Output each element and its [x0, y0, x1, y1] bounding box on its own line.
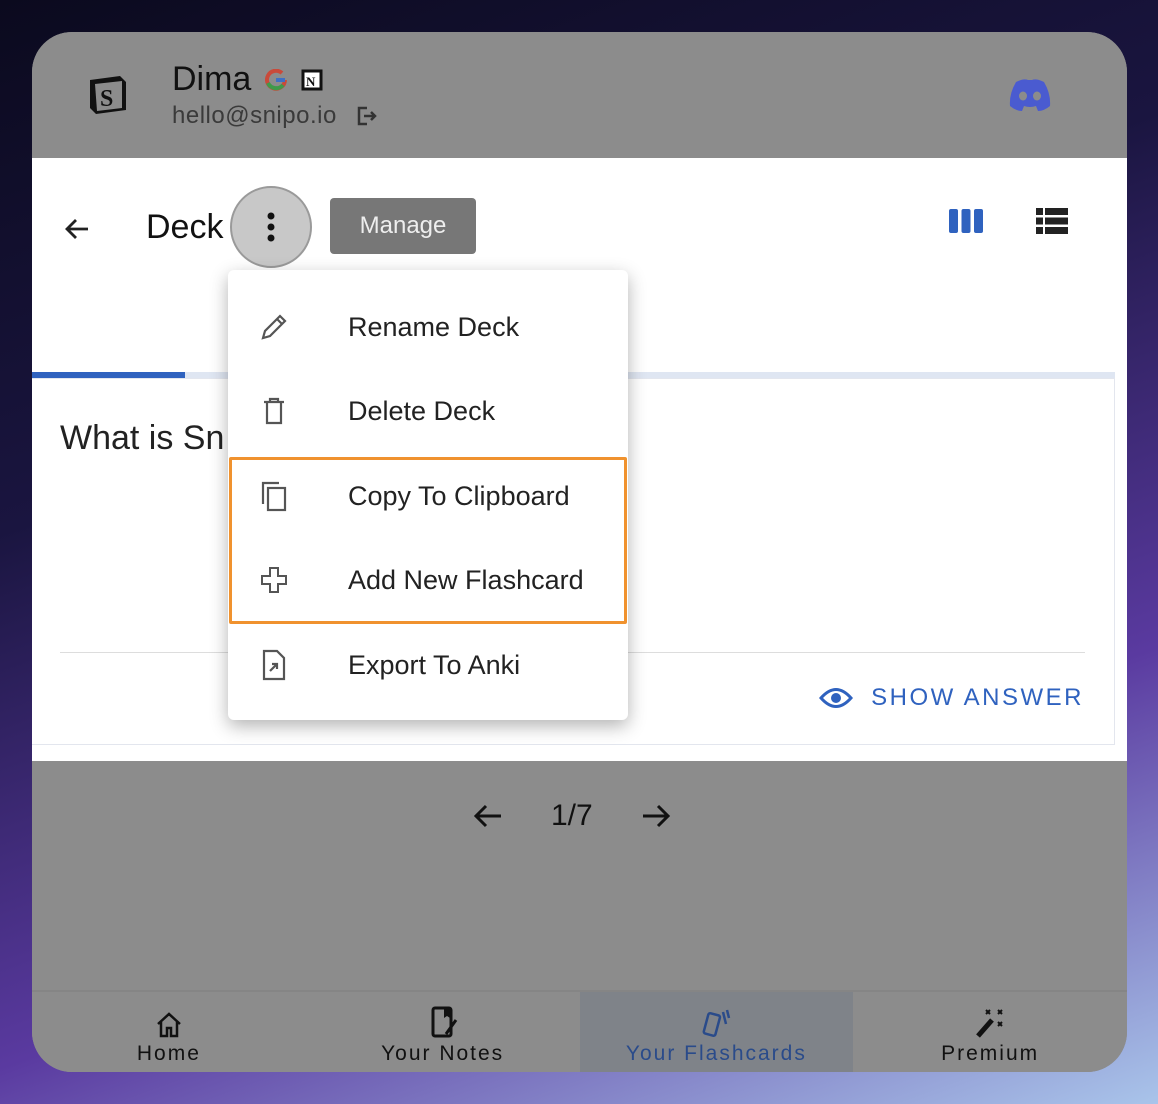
header: S Dima N hello@snipo.io [32, 32, 1127, 158]
menu-item-rename-deck[interactable]: Rename Deck [228, 285, 628, 369]
menu-item-export-to-anki[interactable]: Export To Anki [228, 623, 628, 707]
pencil-icon [261, 314, 287, 340]
file-export-icon [262, 649, 286, 681]
home-icon [157, 1012, 181, 1038]
page-counter: 1/7 [551, 799, 593, 832]
menu-item-delete-deck[interactable]: Delete Deck [228, 369, 628, 453]
nav-premium[interactable]: Premium [853, 992, 1127, 1072]
menu-item-label: Rename Deck [348, 311, 520, 342]
flashcards-icon [702, 1009, 731, 1037]
svg-text:S: S [100, 86, 113, 112]
snipo-logo-icon: S [90, 76, 126, 114]
column-view-icon[interactable] [948, 208, 984, 234]
pager: 1/7 [32, 761, 1127, 991]
menu-item-label: Delete Deck [348, 395, 496, 426]
list-view-icon[interactable] [1036, 208, 1068, 234]
nav-your-notes[interactable]: Your Notes [306, 992, 580, 1072]
trash-icon [264, 397, 284, 425]
next-arrow-icon[interactable] [640, 801, 672, 831]
back-arrow-icon[interactable] [62, 214, 92, 244]
nav-label: Home [136, 1042, 201, 1065]
flashcard-question: What is Sn [60, 419, 225, 457]
prev-arrow-icon[interactable] [472, 801, 504, 831]
svg-text:N: N [306, 74, 316, 89]
show-answer-button[interactable]: SHOW ANSWER [819, 684, 1084, 712]
nav-your-flashcards[interactable]: Your Flashcards [579, 992, 854, 1072]
notion-icon: N [301, 69, 323, 90]
highlight-box [229, 457, 627, 624]
nav-label: Your Notes [381, 1042, 505, 1065]
magic-wand-icon [976, 1009, 1003, 1038]
google-icon [265, 68, 288, 91]
more-options-button[interactable] [230, 186, 312, 268]
bottom-nav: Home Your Notes Your Flashcards Premium [32, 990, 1127, 1072]
eye-icon [819, 688, 854, 708]
manage-button[interactable]: Manage [330, 198, 476, 254]
notebook-icon [431, 1006, 457, 1038]
show-answer-label: SHOW ANSWER [871, 684, 1084, 711]
menu-item-label: Export To Anki [348, 649, 521, 680]
deck-title: Deck [146, 208, 224, 246]
logout-icon[interactable] [355, 105, 377, 127]
nav-label: Your Flashcards [625, 1042, 807, 1065]
discord-icon[interactable] [1008, 78, 1052, 112]
user-name: Dima [172, 60, 252, 98]
more-vert-icon [267, 212, 275, 242]
nav-home[interactable]: Home [32, 992, 306, 1072]
user-email: hello@snipo.io [172, 102, 337, 129]
nav-label: Premium [941, 1042, 1040, 1065]
